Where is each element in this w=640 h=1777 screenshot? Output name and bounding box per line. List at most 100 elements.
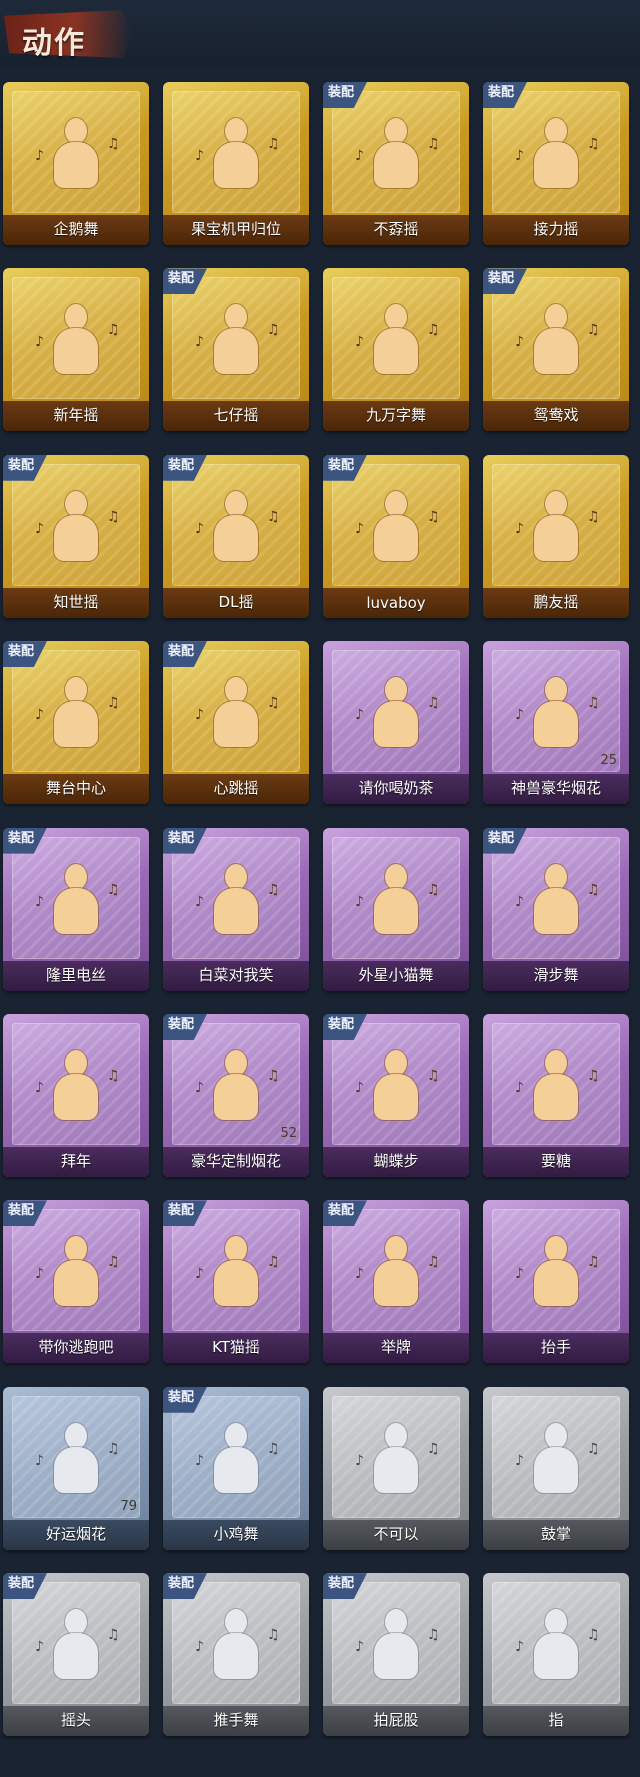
emote-label: 带你逃跑吧 xyxy=(38,1338,114,1357)
music-note-icon: ♪ xyxy=(195,1079,204,1096)
emote-card[interactable]: ♪ ♫ 装配 luvaboy xyxy=(323,454,469,618)
emote-label: 蝴蝶步 xyxy=(373,1151,419,1170)
music-note-icon: ♫ xyxy=(107,1440,120,1457)
music-note-icon: ♪ xyxy=(35,520,44,537)
emote-figure-icon xyxy=(46,677,106,753)
music-note-icon: ♫ xyxy=(267,1440,280,1457)
emote-card[interactable]: ♪ ♫ 装配 心跳摇 xyxy=(163,641,309,805)
music-note-icon: ♪ xyxy=(515,148,524,164)
emote-card[interactable]: ♪ ♫ 装配 接力摇 xyxy=(483,82,629,245)
music-note-icon: ♪ xyxy=(355,148,364,164)
emote-card[interactable]: ♪ ♫ 79 好运烟花 xyxy=(3,1386,149,1550)
emote-label: 神兽豪华烟花 xyxy=(510,779,601,798)
figure-head xyxy=(225,1422,247,1449)
emote-card[interactable]: ♪ ♫ 装配 知世摇 xyxy=(3,454,149,618)
emote-card[interactable]: ♪ ♫ 装配 不孬摇 xyxy=(323,82,469,245)
emote-card[interactable]: ♪ ♫ 装配 滑步舞 xyxy=(483,827,629,991)
emote-card[interactable]: ♪ ♫ 装配 蝴蝶步 xyxy=(323,1013,469,1177)
figure-body xyxy=(374,1633,418,1680)
music-note-icon: ♪ xyxy=(35,334,44,351)
figure-body xyxy=(54,1260,98,1307)
emote-label: 知世摇 xyxy=(53,592,99,611)
emote-label: 鸳鸯戏 xyxy=(533,406,579,425)
figure-head xyxy=(545,1609,567,1636)
emote-label: 舞台中心 xyxy=(45,779,106,798)
figure-head xyxy=(65,1049,87,1076)
emote-figure-icon xyxy=(206,1422,266,1499)
emote-card[interactable]: ♪ ♫ 装配 举牌 xyxy=(323,1200,469,1364)
emote-card[interactable]: ♪ ♫ 25 神兽豪华烟花 xyxy=(483,641,629,805)
emote-figure-icon xyxy=(366,1049,426,1126)
emote-label: 推手舞 xyxy=(213,1711,259,1730)
music-note-icon: ♪ xyxy=(35,1639,44,1656)
music-note-icon: ♫ xyxy=(267,136,280,152)
emote-card[interactable]: ♪ ♫ 装配 舞台中心 xyxy=(3,641,149,805)
figure-body xyxy=(534,514,578,561)
emote-label: 好运烟花 xyxy=(45,1524,106,1543)
emote-card[interactable]: ♪ ♫ 要糖 xyxy=(483,1013,629,1177)
music-note-icon: ♫ xyxy=(107,1254,120,1271)
music-note-icon: ♪ xyxy=(355,893,364,910)
emote-card[interactable]: ♪ ♫ 装配 KT猫摇 xyxy=(163,1200,309,1364)
music-note-icon: ♫ xyxy=(587,1440,600,1457)
figure-head xyxy=(385,490,407,517)
figure-head xyxy=(545,1236,567,1263)
emote-card[interactable]: ♪ ♫ 鹏友摇 xyxy=(483,454,629,618)
emote-card[interactable]: ♪ ♫ 装配 推手舞 xyxy=(163,1573,309,1737)
emote-card[interactable]: ♪ ♫ 请你喝奶茶 xyxy=(323,641,469,805)
emote-figure-icon xyxy=(526,863,586,940)
emote-figure-icon xyxy=(366,1236,426,1312)
emote-card[interactable]: ♪ ♫ 装配 隆里电丝 xyxy=(3,827,149,991)
emote-card[interactable]: ♪ ♫ 装配 鸳鸯戏 xyxy=(483,268,629,432)
music-note-icon: ♫ xyxy=(587,322,600,339)
music-note-icon: ♪ xyxy=(355,1079,364,1096)
emote-card[interactable]: ♪ ♫ 抬手 xyxy=(483,1200,629,1364)
emote-card[interactable]: ♪ ♫ 装配 小鸡舞 xyxy=(163,1386,309,1550)
page-title: 动作 xyxy=(22,26,86,61)
emote-label: 外星小猫舞 xyxy=(358,965,434,984)
emote-figure-icon xyxy=(206,490,266,567)
emote-card[interactable]: ♪ ♫ 拜年 xyxy=(3,1013,149,1177)
music-note-icon: ♪ xyxy=(195,707,204,724)
emote-label: luvaboy xyxy=(366,593,426,612)
emote-label: 不可以 xyxy=(373,1524,419,1543)
emote-card[interactable]: ♪ ♫ 指 xyxy=(483,1573,629,1737)
emote-card[interactable]: ♪ ♫ 装配 摇头 xyxy=(3,1573,149,1737)
figure-head xyxy=(65,677,87,704)
figure-body xyxy=(214,1446,258,1493)
emote-card[interactable]: ♪ ♫ 装配 白菜对我笑 xyxy=(163,827,309,991)
emote-figure-icon xyxy=(526,304,586,380)
emote-card[interactable]: ♪ ♫ 果宝机甲归位 xyxy=(163,82,309,245)
emote-figure-icon xyxy=(366,490,426,567)
emote-figure-icon xyxy=(526,490,586,567)
emote-card[interactable]: ♪ ♫ 新年摇 xyxy=(3,268,149,432)
music-note-icon: ♪ xyxy=(515,1452,524,1469)
figure-head xyxy=(545,304,567,331)
emote-figure-icon xyxy=(46,118,106,194)
emote-card[interactable]: ♪ ♫ 九万字舞 xyxy=(323,268,469,432)
emote-label: 要糖 xyxy=(540,1151,571,1170)
music-note-icon: ♪ xyxy=(35,707,44,724)
music-note-icon: ♫ xyxy=(107,1627,120,1644)
emote-card[interactable]: ♪ ♫ 外星小猫舞 xyxy=(323,827,469,991)
music-note-icon: ♪ xyxy=(195,334,204,351)
emote-card[interactable]: ♪ ♫ 企鹅舞 xyxy=(3,82,149,245)
music-note-icon: ♫ xyxy=(267,1627,280,1644)
emote-card[interactable]: ♪ ♫ 不可以 xyxy=(323,1386,469,1550)
music-note-icon: ♫ xyxy=(107,695,120,712)
figure-head xyxy=(385,118,407,144)
music-note-icon: ♪ xyxy=(195,893,204,910)
music-note-icon: ♫ xyxy=(427,1254,440,1271)
emote-card[interactable]: ♪ ♫ 装配 52 豪华定制烟花 xyxy=(163,1013,309,1177)
music-note-icon: ♪ xyxy=(515,334,524,351)
emote-grid: ♪ ♫ 企鹅舞 ♪ ♫ 果宝机甲归位 ♪ ♫ 装配 不孬摇 ♪ ♫ 装配 接力摇 ♪ ♫ 新年摇 ♪ ♫ 装配 七仔摇 ♪… xyxy=(0,82,640,1737)
emote-card[interactable]: ♪ ♫ 装配 带你逃跑吧 xyxy=(3,1200,149,1364)
music-note-icon: ♫ xyxy=(267,1067,280,1084)
emote-card[interactable]: ♪ ♫ 装配 拍屁股 xyxy=(323,1573,469,1737)
emote-card[interactable]: ♪ ♫ 装配 DL摇 xyxy=(163,454,309,618)
emote-card[interactable]: ♪ ♫ 鼓掌 xyxy=(483,1386,629,1550)
emote-card[interactable]: ♪ ♫ 装配 七仔摇 xyxy=(163,268,309,432)
music-note-icon: ♫ xyxy=(587,1627,600,1644)
emote-label: DL摇 xyxy=(218,592,254,611)
figure-body xyxy=(374,887,418,934)
